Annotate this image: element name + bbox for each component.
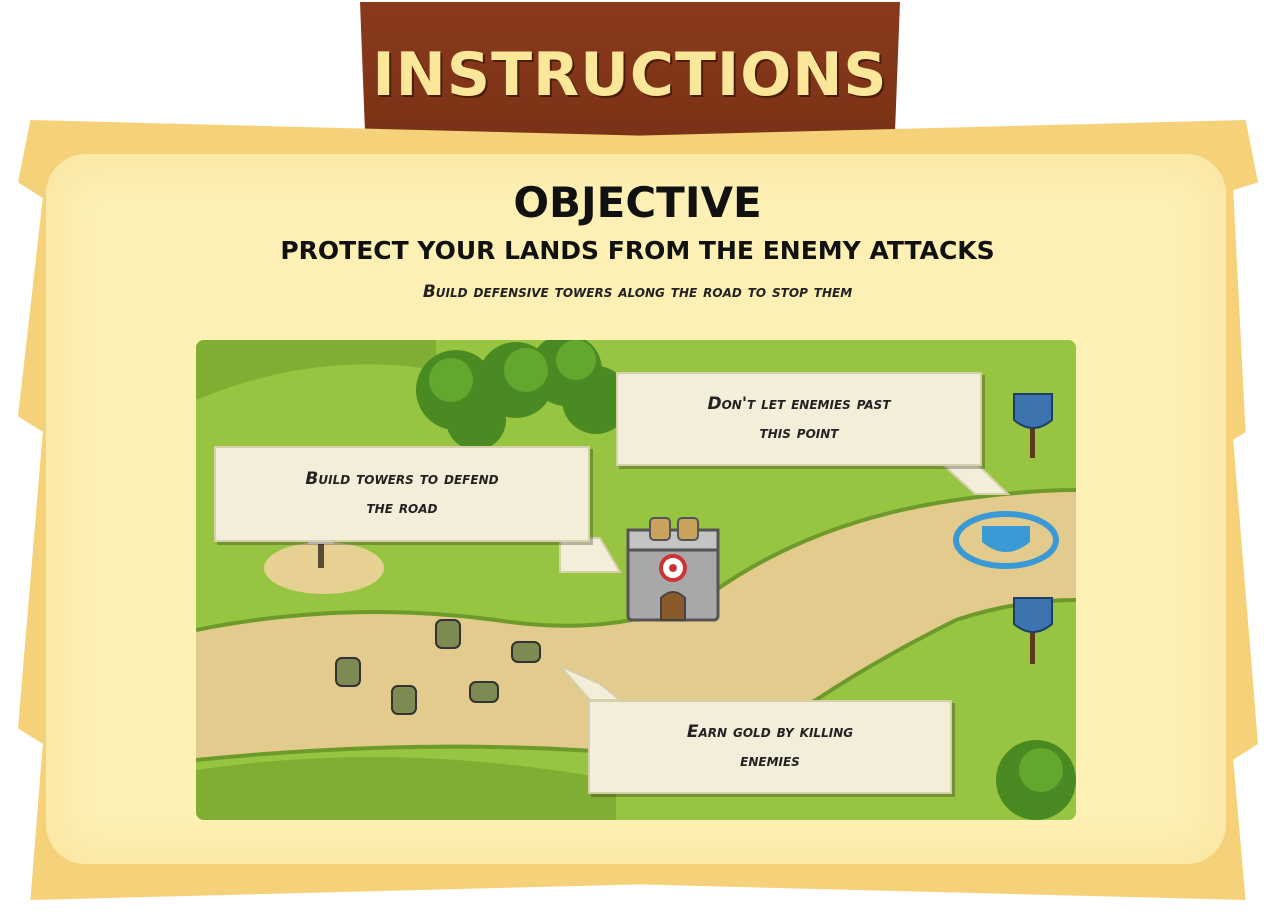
callout-build-towers: Build towers to defend the road (214, 446, 590, 542)
page-title: INSTRUCTIONS (372, 40, 888, 110)
callout-gold-line2: enemies (740, 751, 800, 771)
callout-exit-line2: this point (759, 423, 839, 443)
callout-towers-line2: the road (366, 498, 438, 518)
objective-hint: Build defensive towers along the road to… (422, 282, 853, 302)
callout-exit-point: Don't let enemies past this point (616, 372, 982, 466)
callout-gold-line1: Earn gold by killing (686, 722, 854, 743)
callout-exit-line1: Don't let enemies past (707, 394, 891, 415)
callout-earn-gold: Earn gold by killing enemies (588, 700, 952, 794)
objective-heading: OBJECTIVE (513, 178, 762, 227)
objective-subtitle: PROTECT YOUR LANDS FROM THE ENEMY ATTACK… (280, 236, 995, 265)
callout-towers-line1: Build towers to defend (305, 469, 499, 490)
instructions-banner: INSTRUCTIONS (360, 2, 900, 142)
